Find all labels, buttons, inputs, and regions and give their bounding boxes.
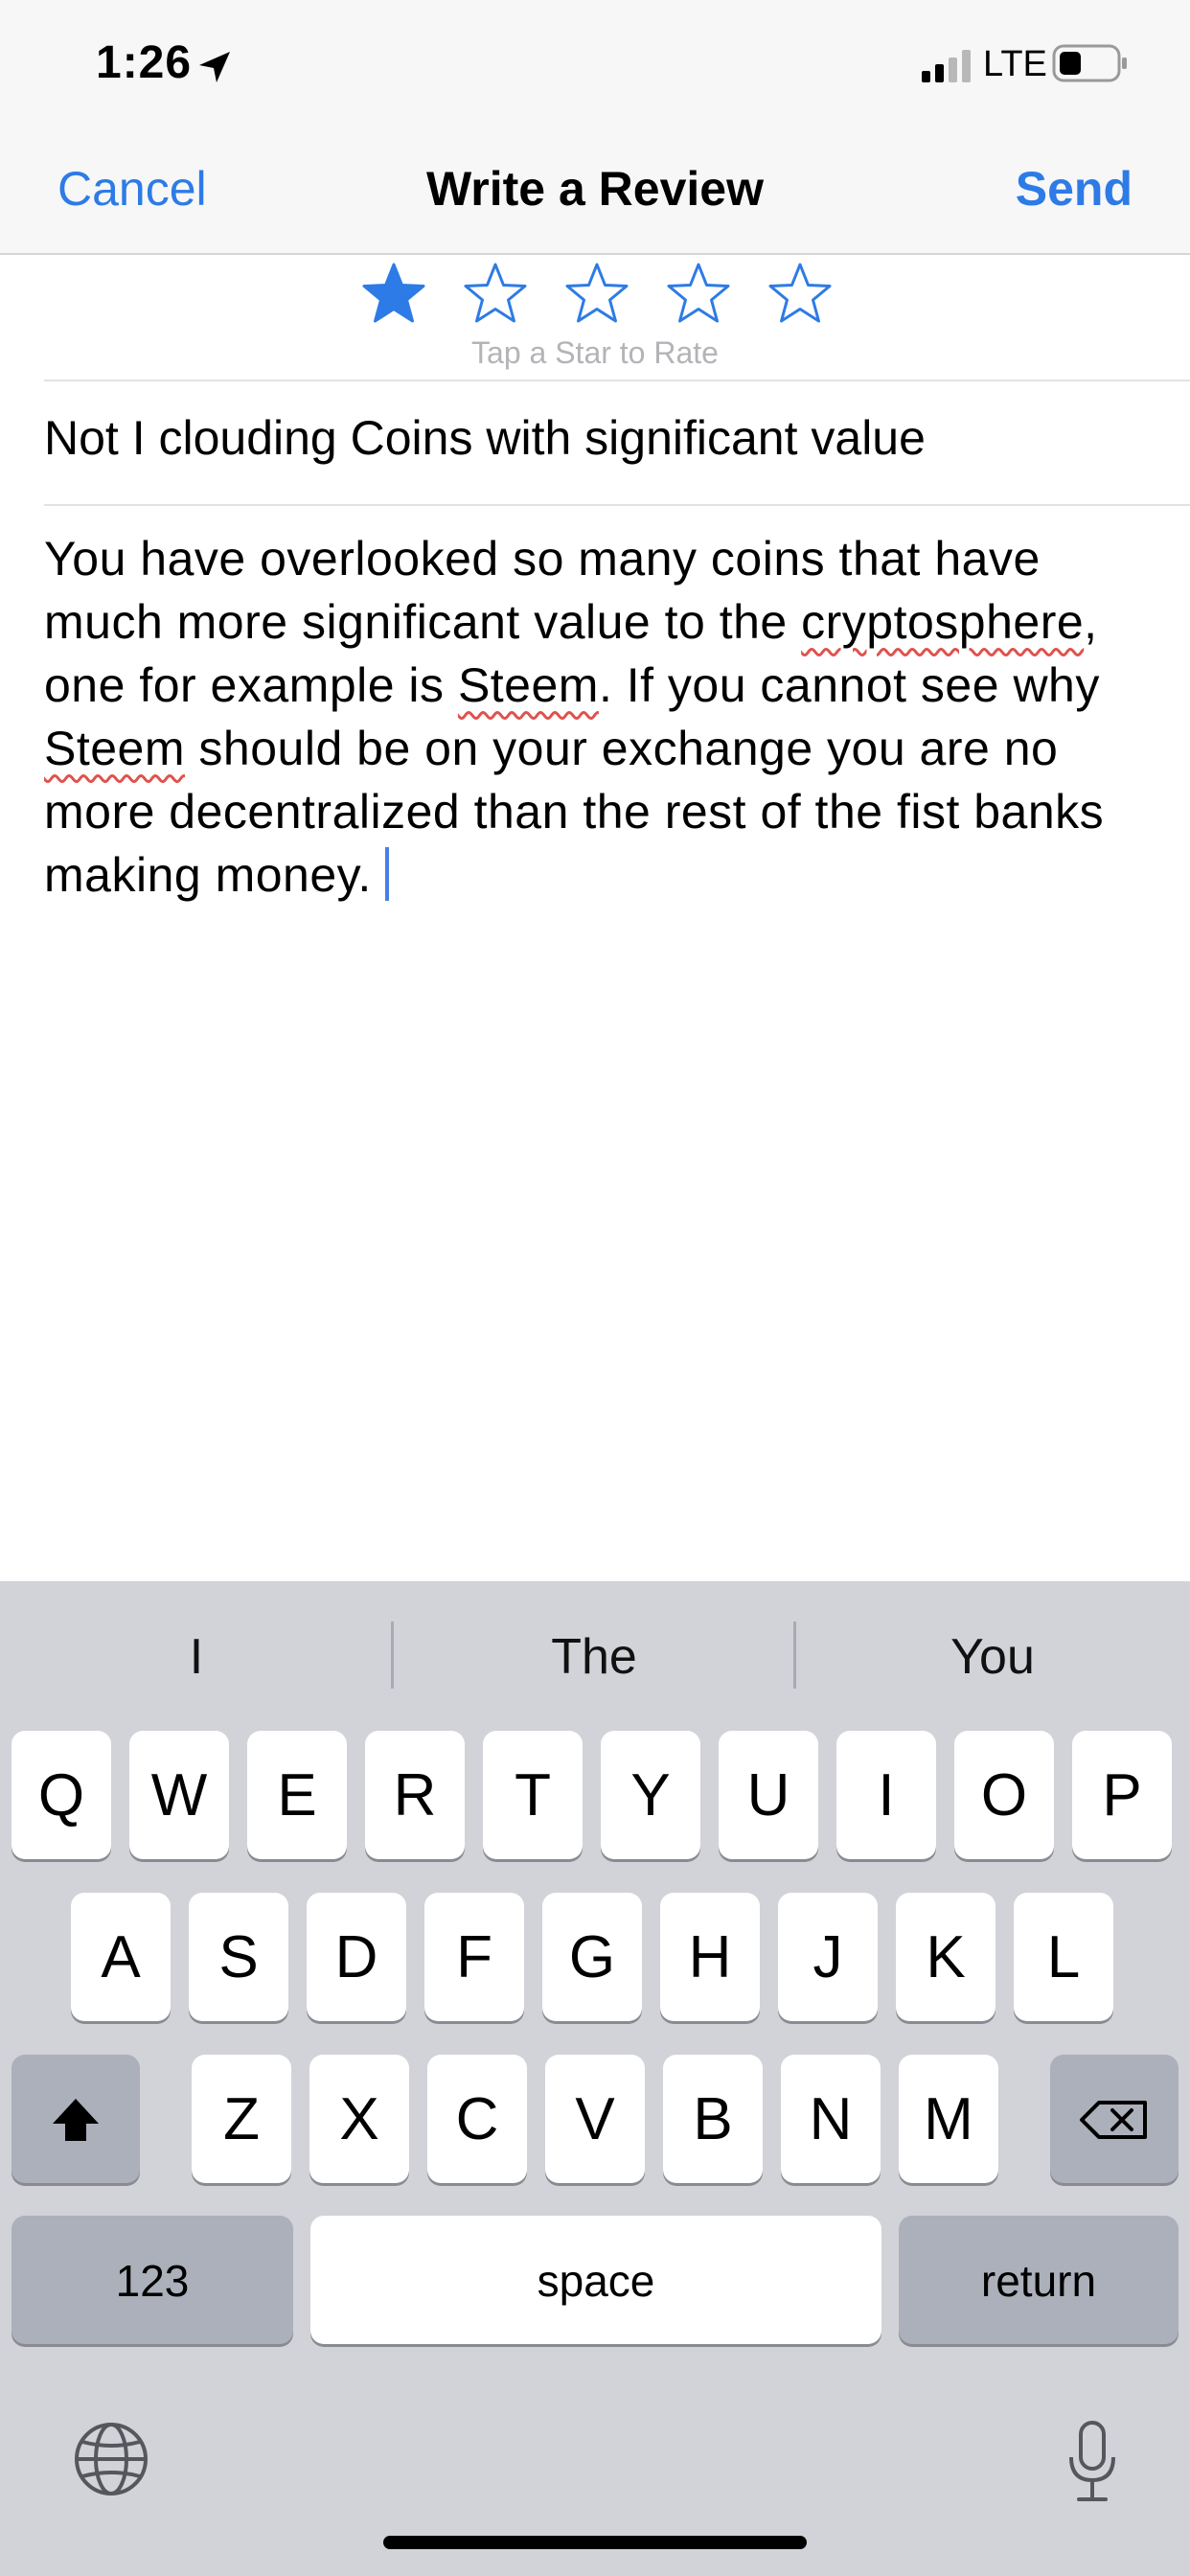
star-outline-icon[interactable] (665, 261, 732, 328)
key-q[interactable]: Q (11, 1731, 111, 1859)
key-l[interactable]: L (1014, 1893, 1113, 2021)
text-cursor (384, 847, 389, 901)
status-time: 1:26 (96, 37, 193, 88)
space-key[interactable]: space (310, 2216, 881, 2344)
cellular-signal-icon (922, 50, 971, 82)
key-w[interactable]: W (129, 1731, 229, 1859)
key-v[interactable]: V (545, 2055, 645, 2183)
location-arrow-icon (199, 52, 230, 82)
review-body-field[interactable]: You have overlooked so many coins that h… (44, 527, 1156, 907)
key-z[interactable]: Z (192, 2055, 291, 2183)
key-n[interactable]: N (781, 2055, 881, 2183)
star-filled-icon[interactable] (360, 261, 427, 328)
key-j[interactable]: J (778, 1893, 878, 2021)
review-body-text: . If you cannot see why (598, 658, 1100, 712)
globe-icon[interactable] (73, 2421, 149, 2497)
key-s[interactable]: S (189, 1893, 288, 2021)
star-outline-icon[interactable] (563, 261, 630, 328)
key-y[interactable]: Y (601, 1731, 700, 1859)
key-h[interactable]: H (660, 1893, 760, 2021)
key-p[interactable]: P (1072, 1731, 1172, 1859)
keyboard: I The You QWERTYUIOPASDFGHJKLZXCVBNM 123… (0, 1581, 1190, 2576)
predictive-bar: I The You (0, 1581, 1190, 1725)
key-t[interactable]: T (483, 1731, 583, 1859)
return-key[interactable]: return (899, 2216, 1179, 2344)
numbers-key[interactable]: 123 (11, 2216, 293, 2344)
backspace-key[interactable] (1050, 2055, 1179, 2183)
key-g[interactable]: G (542, 1893, 642, 2021)
misspelled-word[interactable]: cryptosphere (801, 595, 1084, 649)
star-outline-icon[interactable] (767, 261, 834, 328)
microphone-icon[interactable] (1065, 2421, 1119, 2503)
navigation-bar: Cancel Write a Review Send (0, 134, 1190, 255)
key-r[interactable]: R (365, 1731, 465, 1859)
home-indicator (383, 2536, 807, 2549)
backspace-icon (1080, 2101, 1147, 2139)
suggestion-item[interactable]: You (795, 1581, 1190, 1725)
key-f[interactable]: F (424, 1893, 524, 2021)
review-body-text: should be on your exchange you are no mo… (44, 722, 1105, 902)
suggestion-item[interactable]: The (393, 1581, 795, 1725)
key-x[interactable]: X (309, 2055, 409, 2183)
rate-hint: Tap a Star to Rate (471, 335, 719, 370)
key-b[interactable]: B (663, 2055, 763, 2183)
key-d[interactable]: D (307, 1893, 406, 2021)
key-m[interactable]: M (899, 2055, 998, 2183)
divider (44, 504, 1190, 506)
send-button[interactable]: Send (1016, 161, 1133, 217)
key-k[interactable]: K (896, 1893, 995, 2021)
star-rating (360, 261, 834, 334)
key-c[interactable]: C (427, 2055, 527, 2183)
misspelled-word[interactable]: Steem (44, 722, 185, 775)
shift-key[interactable] (11, 2055, 140, 2183)
misspelled-word[interactable]: Steem (458, 658, 599, 712)
review-title-field[interactable]: Not I clouding Coins with significant va… (44, 410, 926, 466)
key-i[interactable]: I (836, 1731, 936, 1859)
key-u[interactable]: U (719, 1731, 818, 1859)
shift-icon (53, 2099, 99, 2141)
divider (44, 380, 1190, 381)
star-outline-icon[interactable] (462, 261, 529, 328)
page-title: Write a Review (425, 162, 764, 216)
key-a[interactable]: A (71, 1893, 171, 2021)
network-type: LTE (983, 44, 1047, 84)
battery-icon (1052, 44, 1127, 82)
status-bar: 1:26 LTE (0, 0, 1190, 134)
key-e[interactable]: E (247, 1731, 347, 1859)
suggestion-item[interactable]: I (0, 1581, 393, 1725)
key-o[interactable]: O (954, 1731, 1054, 1859)
